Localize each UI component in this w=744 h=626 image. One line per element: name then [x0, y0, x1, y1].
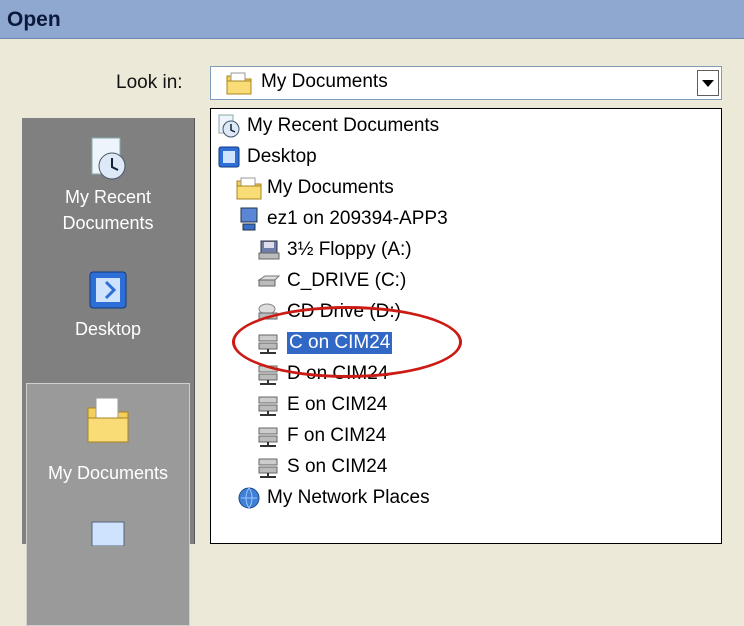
list-item[interactable]: Desktop	[215, 142, 317, 172]
place-label: Desktop	[74, 319, 142, 339]
place-label: My Documents	[47, 463, 169, 483]
folder-icon	[225, 70, 253, 101]
chevron-down-icon	[702, 79, 714, 87]
list-item[interactable]: My Documents	[235, 173, 394, 203]
floppy-icon	[258, 240, 280, 260]
list-item[interactable]: S on CIM24	[255, 452, 387, 482]
list-item[interactable]: F on CIM24	[255, 421, 386, 451]
desktop-icon	[218, 146, 240, 168]
list-item[interactable]: ez1 on 209394-APP3	[235, 204, 448, 234]
list-item-label: Desktop	[247, 146, 317, 167]
network-drive-icon	[258, 396, 278, 416]
my-computer-icon	[91, 521, 125, 546]
desktop-icon	[89, 271, 127, 309]
look-in-value: My Documents	[261, 71, 388, 92]
look-in-dropdown-button[interactable]	[697, 70, 719, 96]
network-drive-icon	[258, 458, 278, 478]
list-item[interactable]: My Recent Documents	[215, 111, 439, 141]
list-item-label: My Documents	[267, 177, 394, 198]
places-bar: My Recent Documents Desktop My Documents	[22, 118, 195, 626]
network-drive-icon	[258, 427, 278, 447]
window-title: Open	[7, 8, 61, 31]
list-item-label: F on CIM24	[287, 425, 387, 446]
list-item-label: E on CIM24	[287, 394, 388, 415]
list-item[interactable]: C_DRIVE (C:)	[255, 266, 406, 296]
recent-documents-icon	[218, 114, 240, 138]
list-item[interactable]: 3½ Floppy (A:)	[255, 235, 412, 265]
place-my-computer[interactable]	[22, 516, 194, 546]
look-in-label: Look in:	[116, 72, 183, 93]
place-recent-documents[interactable]: My Recent Documents	[22, 132, 194, 236]
my-documents-icon	[87, 397, 129, 443]
folder-icon	[236, 177, 262, 200]
list-item-label: 3½ Floppy (A:)	[287, 239, 412, 260]
annotation-circle	[232, 306, 462, 378]
look-in-combo[interactable]: My Documents	[210, 66, 722, 100]
list-item[interactable]: E on CIM24	[255, 390, 387, 420]
computer-icon	[240, 207, 258, 231]
place-desktop[interactable]: Desktop	[22, 268, 194, 342]
list-item-label: C_DRIVE (C:)	[287, 270, 407, 291]
list-item-label: ez1 on 209394-APP3	[267, 208, 448, 229]
title-bar: Open	[0, 0, 744, 39]
recent-documents-icon	[91, 137, 126, 180]
hard-drive-icon	[257, 275, 281, 287]
list-item-label: My Network Places	[267, 487, 430, 508]
place-my-documents[interactable]: My Documents	[22, 390, 194, 486]
list-item-label: My Recent Documents	[247, 115, 440, 136]
network-places-icon	[238, 487, 260, 509]
list-item-label: S on CIM24	[287, 456, 388, 477]
list-item[interactable]: My Network Places	[235, 483, 430, 513]
place-label: My Recent Documents	[62, 187, 154, 233]
